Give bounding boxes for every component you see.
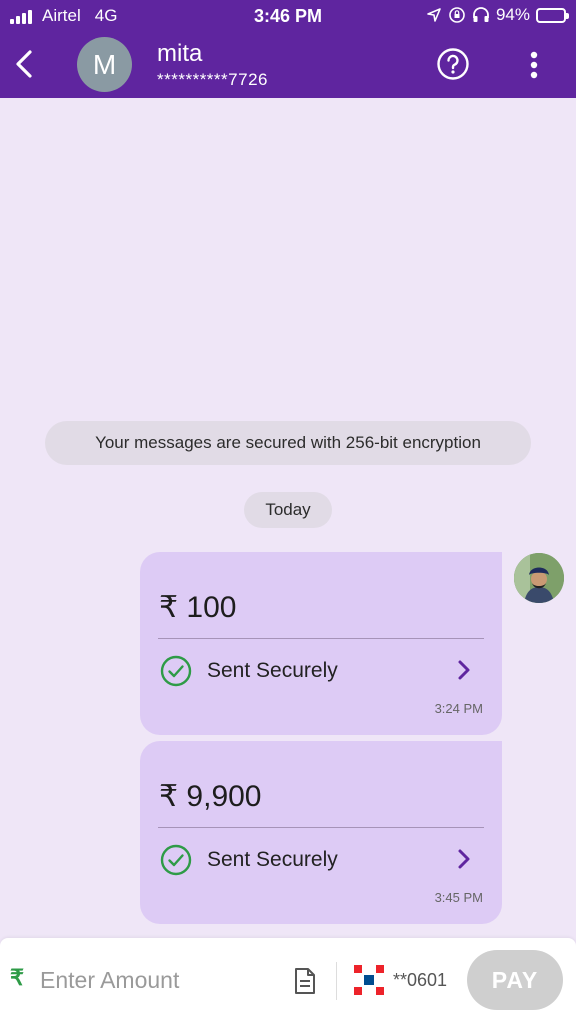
payment-message-2[interactable]: ₹ 9,900 Sent Securely 3:45 PM	[140, 741, 502, 924]
app-header: Airtel 4G 3:46 PM 94% M mita **********7…	[0, 0, 576, 98]
battery-percent: 94%	[495, 5, 530, 24]
encryption-notice: Your messages are secured with 256-bit e…	[45, 421, 531, 465]
note-icon[interactable]	[294, 967, 316, 995]
location-icon	[427, 8, 441, 22]
status-right: 94%	[426, 5, 569, 25]
bank-account-number[interactable]: **0601	[393, 970, 447, 991]
contact-number: **********7726	[157, 70, 268, 89]
pay-button[interactable]: PAY	[467, 950, 563, 1010]
chevron-right-icon[interactable]	[456, 848, 472, 870]
rotation-lock-icon	[449, 7, 465, 23]
contact-avatar[interactable]: M	[77, 37, 132, 92]
help-button[interactable]	[436, 47, 470, 81]
user-avatar	[514, 553, 564, 603]
payment-status: Sent Securely	[207, 659, 338, 682]
battery-icon	[536, 7, 569, 23]
check-circle-icon	[160, 655, 192, 687]
check-circle-icon	[160, 844, 192, 876]
amount-input[interactable]	[40, 960, 280, 1000]
more-options-button[interactable]	[524, 50, 544, 80]
headphones-icon	[473, 7, 489, 22]
contact-name[interactable]: mita	[157, 40, 202, 68]
rupee-icon: ₹	[10, 965, 24, 990]
divider	[158, 638, 484, 639]
message-time: 3:45 PM	[434, 890, 483, 905]
bank-logo-icon[interactable]	[354, 965, 384, 995]
separator	[336, 962, 337, 1000]
message-time: 3:24 PM	[434, 701, 483, 716]
back-button[interactable]	[10, 46, 38, 82]
payment-status: Sent Securely	[207, 848, 338, 871]
payment-amount: ₹ 9,900	[159, 780, 262, 813]
status-bar: Airtel 4G 3:46 PM 94%	[0, 0, 576, 32]
date-chip: Today	[244, 492, 332, 528]
payment-message-1[interactable]: ₹ 100 Sent Securely 3:24 PM	[140, 552, 502, 735]
divider	[158, 827, 484, 828]
chevron-right-icon[interactable]	[456, 659, 472, 681]
payment-amount: ₹ 100	[159, 591, 237, 624]
